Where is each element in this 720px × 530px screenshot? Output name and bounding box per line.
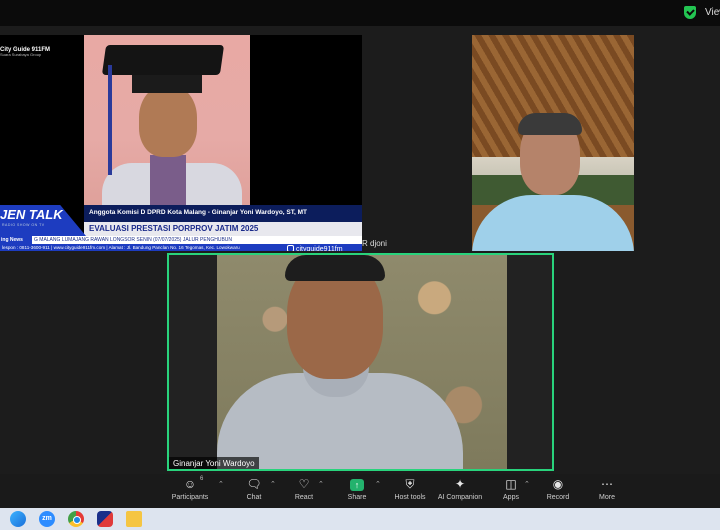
speaker-video [217,255,507,469]
video-tile-participant[interactable] [472,35,634,251]
speaker-name-label: Ginanjar Yoni Wardoyo [169,457,259,469]
apps-caret-icon[interactable]: ⌃ [524,480,530,488]
apps-icon: ◫ [505,477,517,491]
instagram-handle: cityguide911fm [287,245,343,251]
apps-button[interactable]: ◫ Apps [498,476,524,501]
news-ticker: ing News G MALANG LUMAJANG RAWAN LONGSOR… [0,236,362,244]
participants-caret-icon[interactable]: ⌃ [218,480,224,488]
more-icon: ⋯ [601,477,613,491]
ai-companion-button[interactable]: ✦ AI Companion [436,476,484,501]
meeting-toolbar: ☺ Participants 6 ⌃ 🗨 Chat ⌃ ♡ React ⌃ ↑ … [0,474,720,508]
record-button[interactable]: ◉ Record [544,476,572,501]
share-arrow-icon: ↑ [350,479,364,491]
more-button[interactable]: ⋯ More [594,476,620,501]
chat-icon: 🗨 [246,477,262,491]
view-button[interactable]: View [705,7,720,18]
sparkle-icon: ✦ [454,477,466,491]
station-logo: City Guide 911FM Suara Surabaya Group [0,47,51,57]
edge-browser-icon[interactable] [10,511,26,527]
participants-icon: ☺ [183,477,197,491]
app-icon[interactable] [97,511,113,527]
chat-caret-icon[interactable]: ⌃ [270,480,276,488]
participants-count: 6 [200,476,204,482]
chat-button[interactable]: 🗨 Chat [240,476,268,501]
react-caret-icon[interactable]: ⌃ [318,480,324,488]
encryption-shield-icon[interactable] [684,6,696,19]
graduate-photo [84,35,250,205]
heart-icon: ♡ [298,477,310,491]
share-button[interactable]: ↑ Share [343,476,371,501]
window-topbar: View [0,0,720,26]
record-icon: ◉ [552,477,564,491]
host-tools-button[interactable]: ⛨ Host tools [392,476,428,501]
zoom-app-icon[interactable]: zm [39,511,55,527]
name-caption: Anggota Komisi D DPRD Kota Malang - Gina… [84,205,362,223]
react-button[interactable]: ♡ React [290,476,318,501]
participant-name-label: R djoni [362,239,387,248]
video-tile-active-speaker[interactable]: Ginanjar Yoni Wardoyo [167,253,554,471]
show-title: JEN TALK [0,207,63,222]
folder-icon[interactable] [126,511,142,527]
instagram-icon [287,245,294,251]
chrome-browser-icon[interactable] [68,511,84,527]
participants-button[interactable]: ☺ Participants [170,476,210,501]
video-tile-broadcast[interactable]: City Guide 911FM Suara Surabaya Group An… [0,35,362,251]
show-subtitle: RADIO SHOW ON TV [2,223,45,227]
shield-icon: ⛨ [405,477,415,491]
headline-caption: EVALUASI PRESTASI PORPROV JATIM 2025 [84,222,362,236]
share-caret-icon[interactable]: ⌃ [375,480,381,488]
os-taskbar: zm [0,508,720,530]
